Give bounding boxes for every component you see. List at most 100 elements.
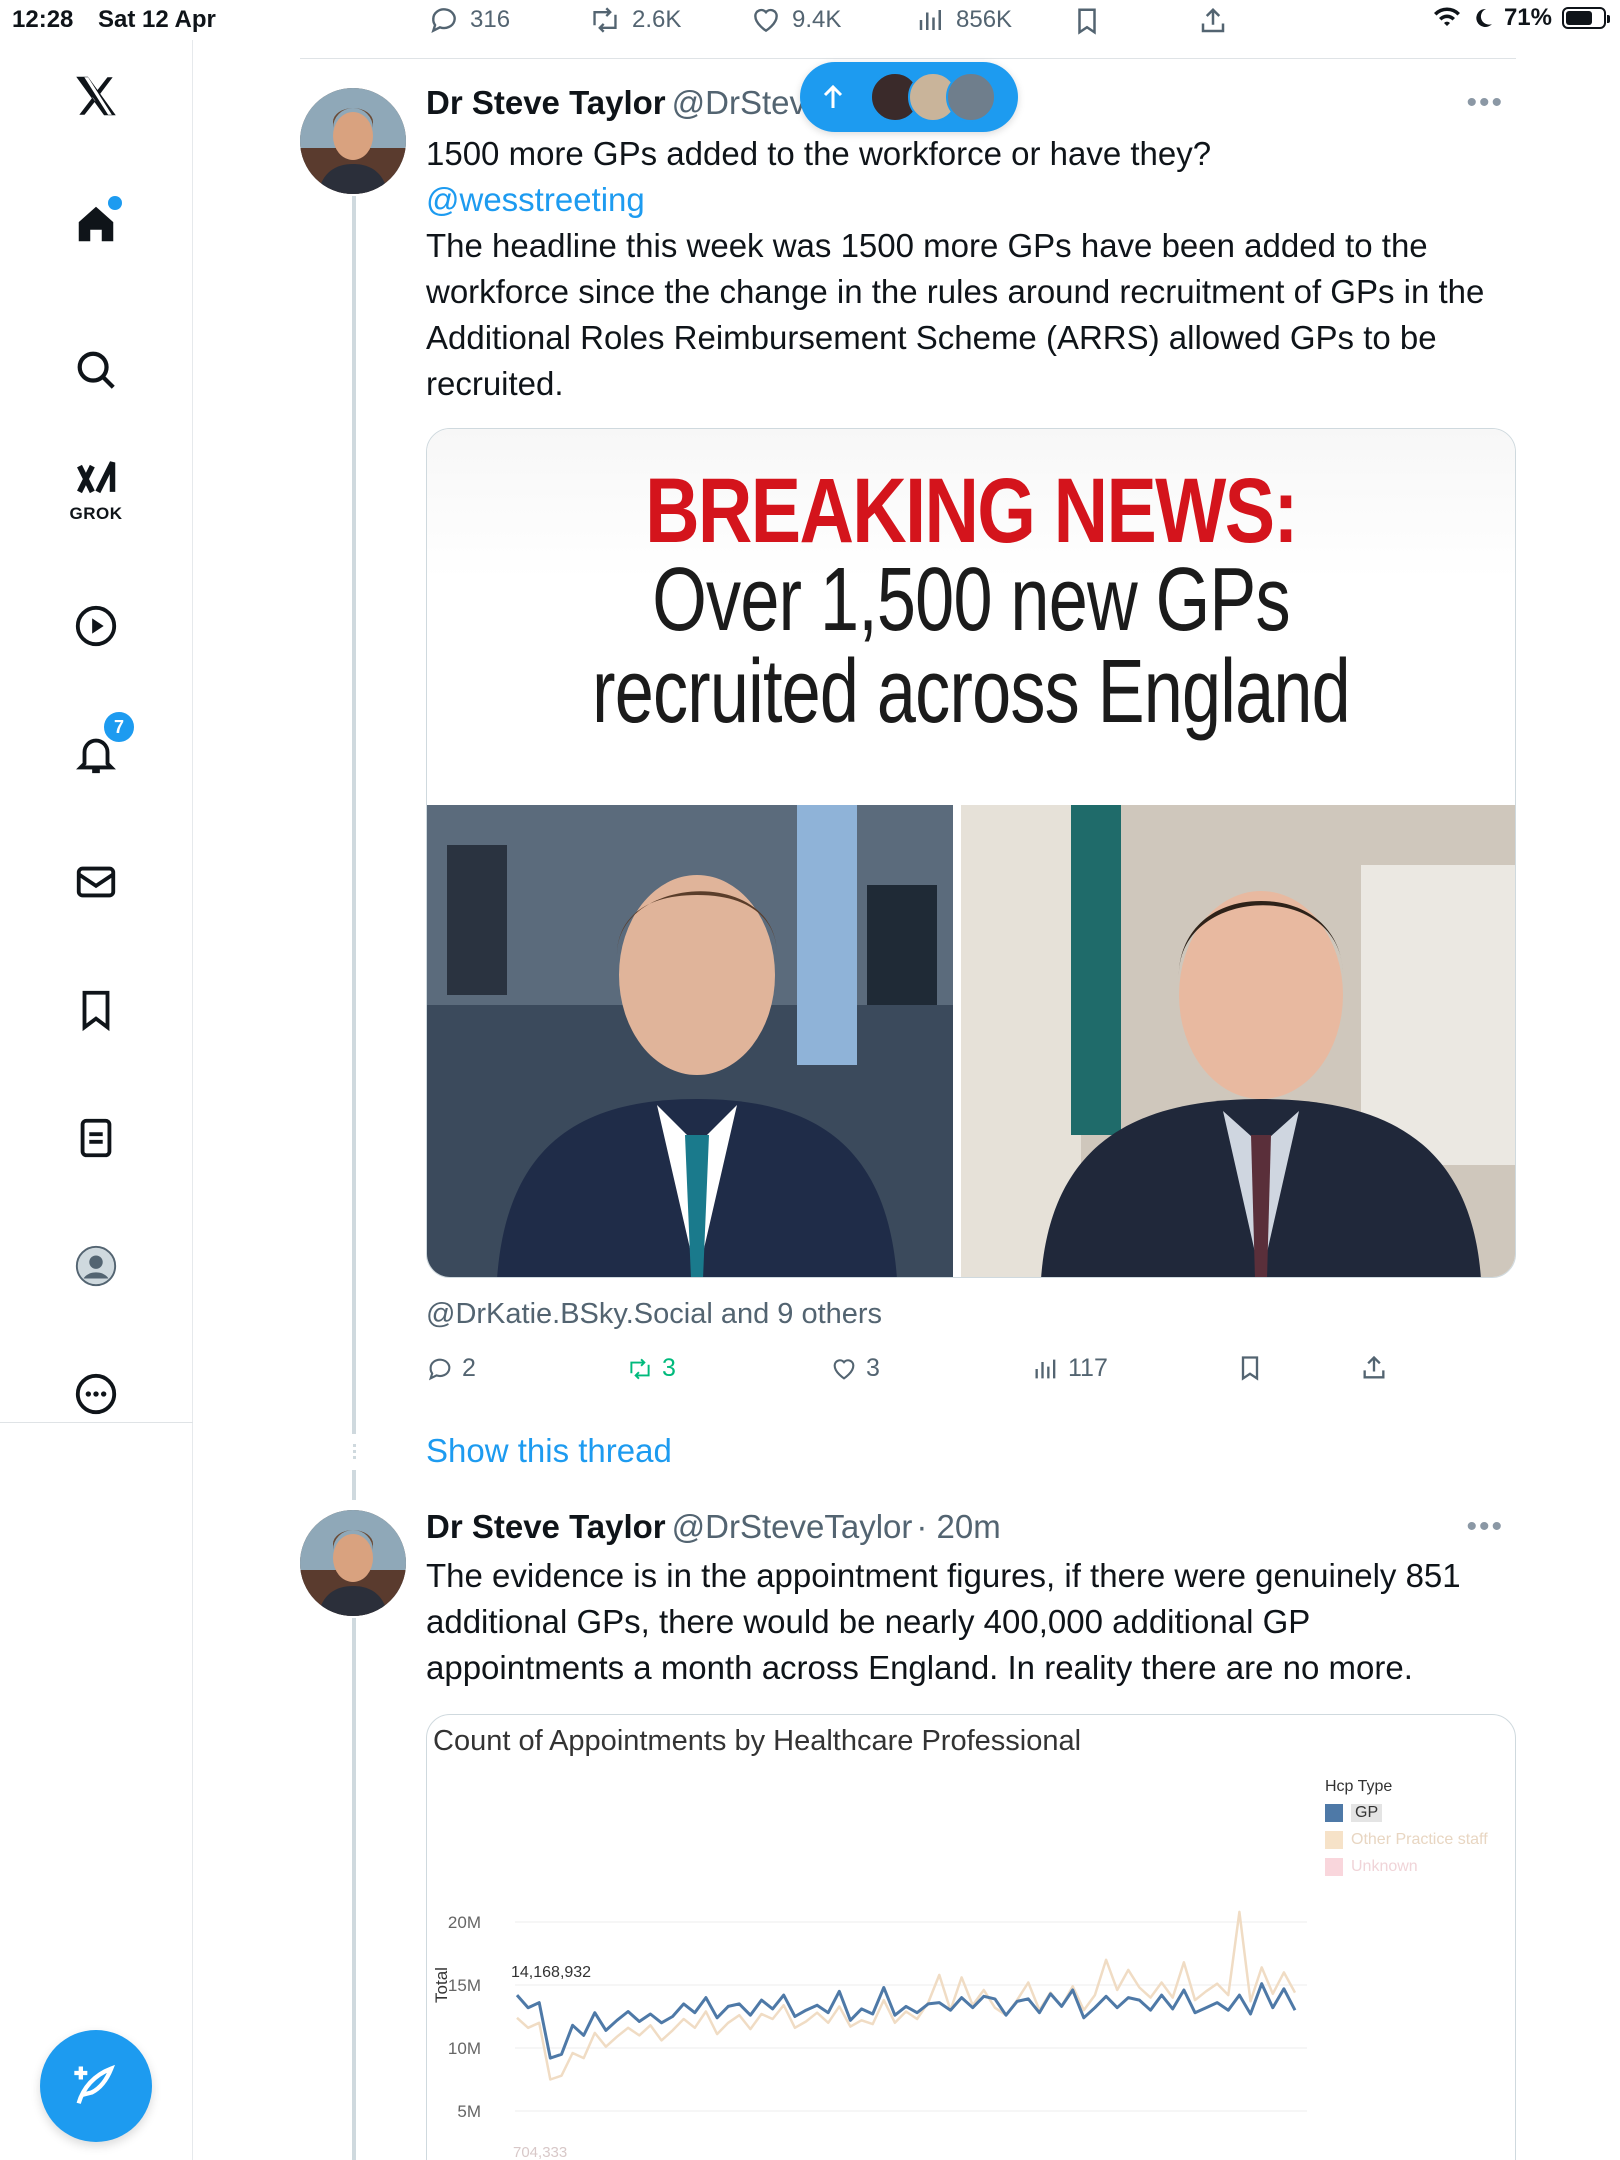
views-icon: [1035, 1359, 1056, 1378]
search-icon: [77, 351, 115, 389]
avatar[interactable]: [300, 88, 406, 194]
sidebar-item-home[interactable]: [60, 188, 132, 260]
clock: 12:28: [12, 6, 74, 33]
repost-icon: [593, 7, 617, 33]
compose-icon: [74, 2064, 116, 2104]
sidebar-item-search[interactable]: [60, 334, 132, 406]
post-time[interactable]: · 20m: [916, 1508, 1000, 1545]
do-not-disturb-moon-icon: [1476, 8, 1492, 27]
author-name[interactable]: Dr Steve Taylor: [426, 84, 666, 121]
sidebar-item-lists[interactable]: [60, 1102, 132, 1174]
like-button[interactable]: 9.4K: [750, 4, 841, 36]
repost-count: 3: [662, 1354, 676, 1382]
repost-button[interactable]: 2.6K: [588, 4, 681, 36]
views-button[interactable]: 856K: [916, 4, 1012, 36]
video-icon: [75, 605, 117, 647]
chart-image[interactable]: Count of Appointments by Healthcare Prof…: [426, 1714, 1516, 2160]
wifi-icon: [1433, 7, 1460, 26]
y-tick-label: 20M: [448, 1913, 481, 1932]
tweet-header: Dr Steve Taylor @DrSteveTaylor · 20m: [426, 1508, 1001, 1546]
grok-icon: [77, 461, 116, 494]
sidebar-item-notifications[interactable]: 7: [60, 710, 136, 790]
author-photo: [300, 88, 406, 194]
heart-icon: [833, 1358, 855, 1380]
profile-icon: [75, 1245, 117, 1287]
headline-line-2: recruited across England: [592, 642, 1351, 742]
avatar[interactable]: [300, 1510, 406, 1616]
arrow-up-icon: [823, 84, 843, 108]
bookmark-button[interactable]: [1236, 1354, 1264, 1382]
grok-label: GROK: [69, 504, 123, 523]
tagged-users[interactable]: @DrKatie.BSky.Social and 9 others: [426, 1298, 882, 1331]
thread-line: [352, 196, 356, 1434]
sidebar-item-grok[interactable]: GROK: [60, 452, 132, 524]
thread-line: [352, 1618, 356, 2160]
repost-count: 2.6K: [632, 6, 682, 33]
headline-line-1: Over 1,500 new GPs: [652, 550, 1290, 650]
presenter-photo: [427, 805, 953, 1277]
tweet-header: Dr Steve Taylor @DrStev: [426, 84, 806, 122]
views-count: 117: [1068, 1354, 1108, 1382]
sidebar-item-video[interactable]: [60, 590, 132, 662]
mention-link[interactable]: @wesstreeting: [426, 177, 1516, 223]
battery-fill: [1566, 11, 1592, 25]
series-line-other-practice-staff: [516, 1910, 1297, 2081]
status-icons: 71%: [1432, 4, 1610, 32]
show-thread-link[interactable]: Show this thread: [426, 1432, 672, 1470]
share-icon: [1201, 7, 1225, 33]
repost-button[interactable]: 3: [626, 1354, 676, 1383]
health-secretary-photo: [961, 805, 1515, 1277]
divider: [300, 58, 1516, 59]
compose-button[interactable]: [40, 2030, 152, 2142]
author-name[interactable]: Dr Steve Taylor: [426, 1508, 666, 1545]
news-graphic-header: BREAKING NEWS: Over 1,500 new GPs recrui…: [427, 429, 1515, 805]
series-line-gp: [515, 1982, 1297, 2060]
sidebar-divider: [0, 1422, 193, 1423]
tweet-media-image[interactable]: BREAKING NEWS: Over 1,500 new GPs recrui…: [426, 428, 1516, 1278]
tweet-text: 1500 more GPs added to the workforce or …: [426, 131, 1516, 407]
thread-line: [352, 1470, 356, 1500]
repost-icon: [630, 1358, 650, 1379]
like-button[interactable]: 3: [830, 1354, 880, 1383]
share-button[interactable]: [1360, 1354, 1388, 1382]
reply-button[interactable]: 2: [426, 1354, 476, 1383]
data-label: 14,168,932: [511, 1964, 591, 1981]
line-chart: 20M15M10M5M0MTotal14,168,932704,333: [432, 1910, 1307, 2160]
pill-avatar: [946, 72, 996, 122]
more-options-icon[interactable]: •••: [1466, 1510, 1504, 1544]
sidebar-item-messages[interactable]: [60, 846, 132, 918]
notifications-badge: 7: [102, 710, 136, 744]
tweet-text: The evidence is in the appointment figur…: [426, 1557, 1461, 1686]
author-handle[interactable]: @DrStev: [672, 84, 806, 121]
author-handle[interactable]: @DrSteveTaylor: [672, 1508, 913, 1545]
sidebar-item-more[interactable]: [60, 1358, 132, 1430]
author-photo: [300, 1510, 406, 1616]
reply-icon: [428, 1358, 451, 1380]
sidebar-item-profile[interactable]: [60, 1230, 132, 1302]
home-new-dot: [108, 196, 122, 210]
views-button[interactable]: 117: [1032, 1354, 1108, 1383]
tweet-text-line: 1500 more GPs added to the workforce or …: [426, 135, 1212, 172]
messages-icon: [76, 866, 116, 898]
sidebar-item-bookmarks[interactable]: [60, 974, 132, 1046]
share-icon: [1363, 1355, 1385, 1379]
new-posts-pill[interactable]: [800, 62, 1018, 132]
photo-divider: [953, 805, 961, 1277]
sidebar-item-x-logo[interactable]: [60, 60, 132, 132]
lists-icon: [80, 1118, 112, 1158]
reply-button[interactable]: 316: [428, 4, 510, 36]
battery-percent: 71%: [1503, 4, 1552, 31]
more-icon: [75, 1373, 117, 1415]
reply-count: 316: [470, 6, 511, 33]
tweet-body: The headline this week was 1500 more GPs…: [426, 227, 1485, 402]
bookmark-icon: [1078, 8, 1096, 35]
x-logo-icon: [76, 76, 116, 116]
bookmark-button[interactable]: [1072, 4, 1102, 38]
views-count: 856K: [956, 6, 1013, 33]
reply-count: 2: [462, 1354, 476, 1382]
y-tick-label: 5M: [457, 2102, 481, 2121]
more-options-icon[interactable]: •••: [1466, 86, 1504, 120]
y-axis-label: Total: [432, 1967, 451, 2003]
data-label: 704,333: [513, 2144, 567, 2160]
share-button[interactable]: [1198, 4, 1228, 38]
